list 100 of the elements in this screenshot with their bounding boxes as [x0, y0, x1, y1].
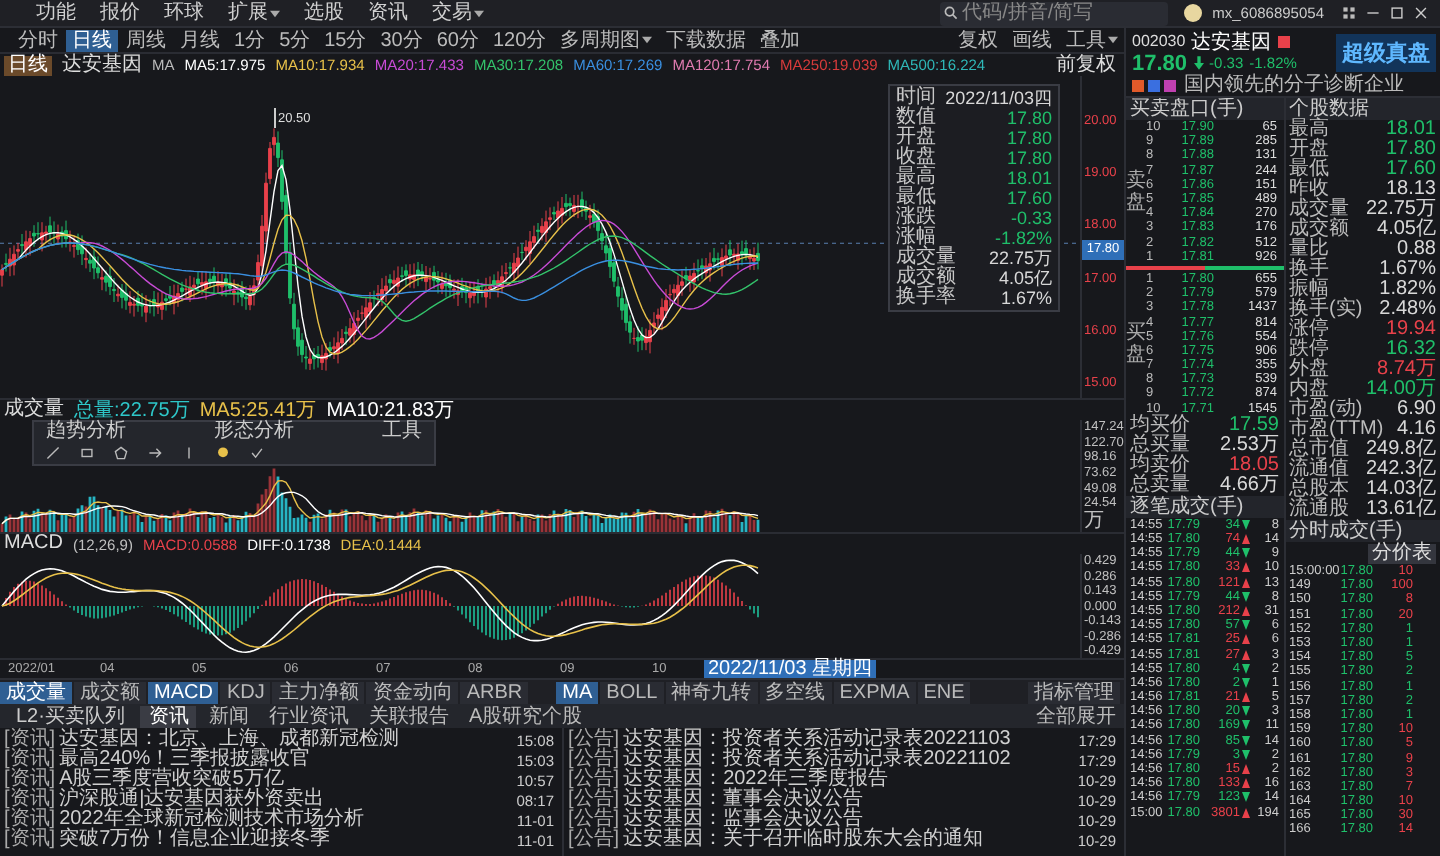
stat-value: 13.61亿	[1365, 500, 1436, 520]
stock-code: 002030	[1132, 32, 1186, 50]
indicator-tab[interactable]: 资金动向	[366, 681, 459, 703]
news-headline[interactable]: 2022年全球新冠检测技术市场分析	[59, 810, 517, 830]
indicator-tab[interactable]: MACD	[148, 681, 219, 703]
menu-item[interactable]: 功能	[28, 2, 84, 24]
indicator-tab[interactable]: KDJ	[220, 681, 271, 703]
period-tab[interactable]: 月线	[174, 29, 226, 51]
news-headline[interactable]: 达安基因：2022年三季度报告	[623, 770, 1078, 790]
ray-tool-icon[interactable]	[148, 446, 162, 460]
rectangle-tool-icon[interactable]	[80, 446, 94, 460]
menu-item[interactable]: 扩展	[220, 2, 288, 24]
stat-value: 18.13	[1385, 180, 1436, 200]
stat-value: 18.01	[1385, 120, 1436, 140]
stat-label: 最高	[1289, 120, 1329, 140]
stat-label: 内盘	[1289, 380, 1329, 400]
caret-icon	[1108, 36, 1118, 44]
indicator-tab[interactable]: 成交额	[74, 681, 146, 703]
toolbar-item[interactable]: 工具	[1060, 29, 1124, 51]
indicator-tab[interactable]: MA	[556, 681, 599, 703]
adjust-label[interactable]: 前复权	[1056, 55, 1124, 75]
period-tab[interactable]: 1分	[228, 29, 272, 51]
stat-value: 17.60	[1385, 160, 1436, 180]
period-tab[interactable]: 60分	[430, 29, 485, 51]
info-value: 2022/11/03四	[945, 88, 1052, 108]
news-headline[interactable]: 达安基因：董事会决议公告	[623, 790, 1078, 810]
info-value: -0.33	[1010, 208, 1052, 228]
toolbar-item[interactable]: 叠加	[754, 29, 807, 51]
info-label: 换手率	[896, 288, 956, 308]
news-tab[interactable]: 资讯	[140, 705, 197, 727]
news-tab[interactable]: 行业资讯	[260, 705, 357, 727]
period-tab[interactable]: 分时	[12, 29, 64, 51]
news-headline[interactable]: 达安基因：投资者关系活动记录表20221102	[623, 750, 1079, 770]
avatar-icon[interactable]	[1184, 4, 1203, 22]
toolbar-item[interactable]: 下载数据	[660, 29, 753, 51]
summary-value: 18.05	[1228, 455, 1279, 476]
indicator-title[interactable]: MACD	[4, 534, 63, 554]
period-tab[interactable]: 5分	[273, 29, 317, 51]
indicator-title[interactable]: 成交量	[4, 400, 64, 420]
close-icon[interactable]	[1414, 6, 1428, 20]
line-tool-icon[interactable]	[46, 446, 60, 460]
down-arrow-icon	[1242, 519, 1250, 530]
period-tab[interactable]: 日线	[66, 29, 118, 51]
info-label: 最高	[896, 168, 936, 188]
cursor-date-label: 2022/11/03 星期四	[704, 660, 877, 678]
stat-label: 振幅	[1289, 280, 1329, 300]
summary-label: 均买价	[1130, 415, 1190, 436]
info-label: 涨跌	[896, 208, 936, 228]
menu-item[interactable]: 资讯	[360, 2, 416, 24]
stat-label: 市盈(动)	[1289, 400, 1363, 420]
indicator-tab[interactable]: ENE	[917, 681, 971, 703]
indicator-tab[interactable]: 神奇九转	[665, 681, 758, 703]
price-table-button[interactable]: 分价表	[1368, 543, 1436, 563]
news-headline[interactable]: 达安基因：监事会决议公告	[623, 810, 1078, 830]
toolbar-group-label: 形态分析	[214, 422, 294, 442]
queue-label[interactable]: L2·买卖队列	[0, 705, 137, 727]
news-headline[interactable]: 突破7万份！信息企业迎接冬季	[59, 830, 517, 850]
period-tab[interactable]: 周线	[120, 29, 172, 51]
menu-item[interactable]: 交易	[424, 2, 492, 24]
info-label: 时间	[896, 88, 936, 108]
news-headline[interactable]: 达安基因：关于召开临时股东大会的通知	[623, 830, 1078, 850]
toolbar-item[interactable]: 画线	[1006, 29, 1058, 51]
check-icon[interactable]	[250, 446, 264, 460]
maximize-icon[interactable]	[1390, 6, 1404, 20]
news-tab[interactable]: A股研究个股	[460, 705, 591, 727]
minimize-icon[interactable]	[1366, 6, 1380, 20]
caret-icon	[270, 9, 280, 17]
indicator-tab[interactable]: ARBR	[460, 681, 529, 703]
news-tag: [公告]	[568, 790, 620, 810]
indicator-tab[interactable]: EXPMA	[833, 681, 916, 703]
stat-label: 换手(实)	[1289, 300, 1363, 320]
news-headline[interactable]: 沪深股通|达安基因获外资卖出	[59, 790, 517, 810]
news-tab[interactable]: 关联报告	[360, 705, 457, 727]
toolbar-item[interactable]: 多周期图	[554, 29, 659, 51]
summary-value: 2.53万	[1220, 435, 1279, 456]
down-arrow-icon	[1193, 56, 1204, 70]
news-headline[interactable]: 最高240%！三季报披露收官	[59, 750, 517, 770]
pentagon-tool-icon[interactable]	[114, 446, 128, 460]
grid-icon[interactable]	[1342, 6, 1356, 20]
indicator-manage-button[interactable]: 指标管理	[1028, 681, 1120, 703]
indicator-tab[interactable]: BOLL	[600, 681, 664, 703]
caret-icon	[642, 36, 653, 44]
menu-item[interactable]: 环球	[156, 2, 212, 24]
indicator-tab[interactable]: 多空线	[759, 681, 832, 703]
vertical-line-tool-icon[interactable]	[182, 446, 196, 460]
info-label: 收盘	[896, 148, 936, 168]
menu-item[interactable]: 报价	[92, 2, 148, 24]
news-headline[interactable]: A股三季度营收突破5万亿	[59, 770, 517, 790]
toolbar-item[interactable]: 复权	[952, 29, 1004, 51]
news-tab[interactable]: 新闻	[200, 705, 257, 727]
expand-button[interactable]: 全部展开	[1028, 705, 1124, 727]
period-tab[interactable]: 15分	[318, 29, 373, 51]
indicator-tab[interactable]: 主力净额	[272, 681, 365, 703]
period-tab[interactable]: 120分	[487, 29, 553, 51]
info-label: 最低	[896, 188, 936, 208]
period-tab[interactable]: 30分	[374, 29, 429, 51]
company-tagline: 国内领先的分子诊断企业	[1184, 75, 1404, 95]
menu-item[interactable]: 选股	[296, 2, 352, 24]
stat-value: 14.03亿	[1365, 480, 1436, 500]
indicator-tab[interactable]: 成交量	[0, 681, 72, 703]
